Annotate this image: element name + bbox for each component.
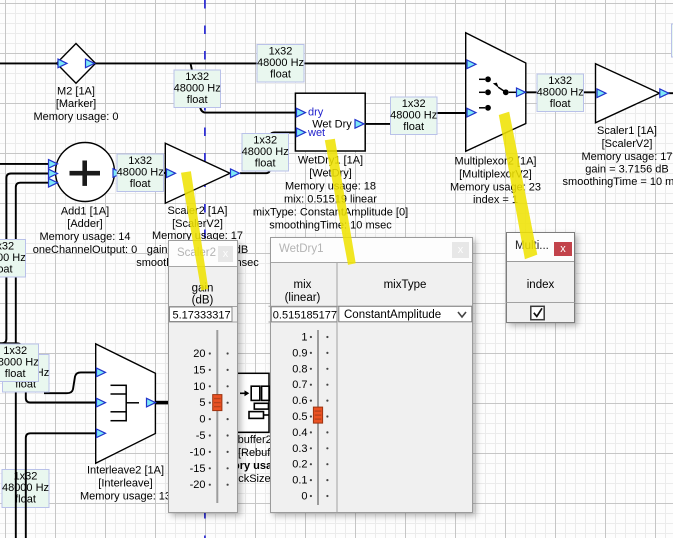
svg-text:0.3: 0.3 (292, 443, 307, 455)
svg-text:10: 10 (193, 381, 205, 393)
svg-text:gain: gain (192, 283, 214, 295)
svg-text:-20: -20 (190, 479, 206, 491)
svg-text:5.17333317: 5.17333317 (173, 310, 231, 322)
svg-text:ConstantAmplitude: ConstantAmplitude (344, 309, 441, 321)
svg-text:5: 5 (199, 397, 205, 409)
svg-text:(dB): (dB) (192, 295, 214, 307)
svg-text:-5: -5 (196, 430, 206, 442)
svg-text:0.8: 0.8 (292, 363, 307, 375)
svg-text:(linear): (linear) (285, 292, 321, 304)
svg-text:0.6: 0.6 (292, 395, 307, 407)
svg-text:0: 0 (301, 491, 307, 503)
svg-text:index: index (527, 279, 555, 291)
svg-text:mixType: mixType (384, 279, 427, 291)
svg-text:20: 20 (193, 348, 205, 360)
svg-text:0.4: 0.4 (292, 427, 307, 439)
svg-text:0.5: 0.5 (292, 411, 307, 423)
svg-text:0.2: 0.2 (292, 459, 307, 471)
svg-text:0: 0 (199, 414, 205, 426)
svg-text:0.7: 0.7 (292, 379, 307, 391)
svg-text:15: 15 (193, 364, 205, 376)
svg-text:1: 1 (301, 332, 307, 344)
svg-text:0.1: 0.1 (292, 475, 307, 487)
svg-text:mix: mix (294, 279, 312, 291)
svg-text:-15: -15 (190, 463, 206, 475)
svg-text:0.515185177: 0.515185177 (273, 310, 337, 322)
svg-text:-10: -10 (190, 446, 206, 458)
svg-text:0.9: 0.9 (292, 347, 307, 359)
